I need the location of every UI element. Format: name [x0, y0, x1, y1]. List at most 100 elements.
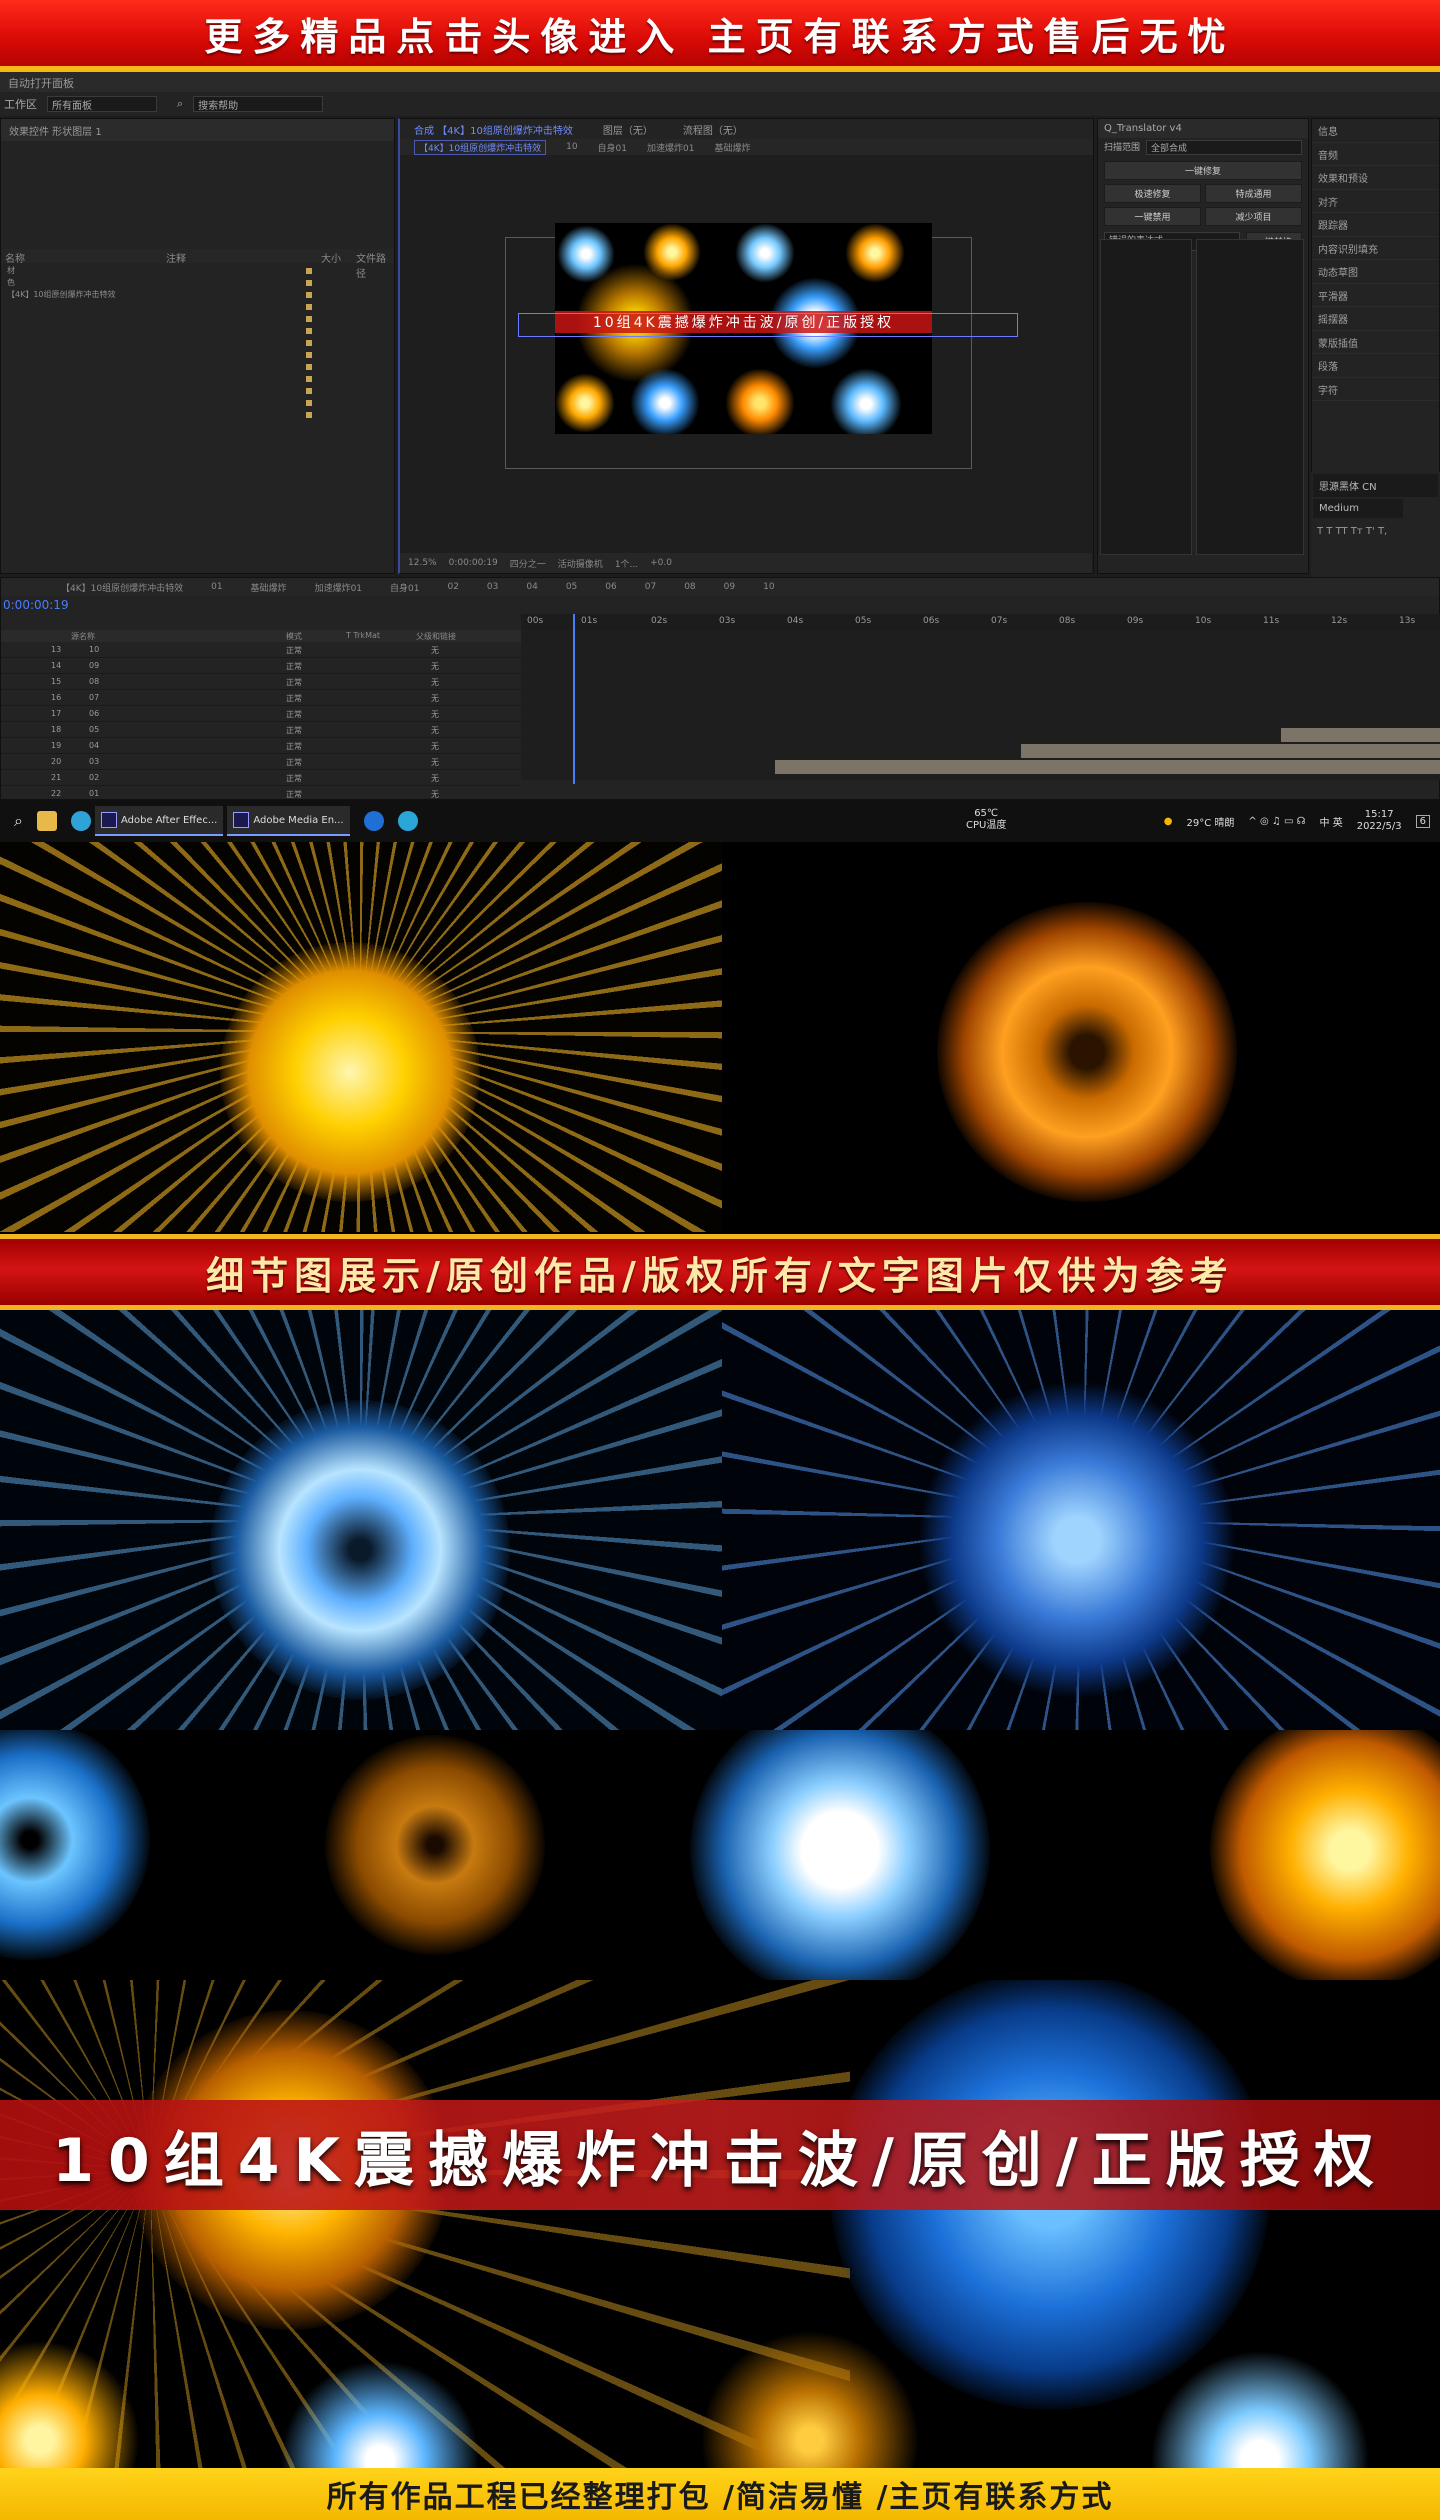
crumb-item[interactable]: 自身01 — [598, 141, 627, 154]
panel-info[interactable]: 信息 — [1312, 119, 1439, 143]
project-item[interactable] — [1, 385, 394, 397]
search-help-input[interactable]: 搜索帮助 — [193, 96, 324, 112]
panel-mask-interp[interactable]: 蒙版插值 — [1312, 331, 1439, 354]
translator-list-left[interactable] — [1100, 239, 1192, 555]
project-item[interactable]: 材 — [1, 265, 394, 277]
crumb-item[interactable]: 10 — [566, 142, 577, 152]
zoom-level[interactable]: 12.5% — [408, 558, 437, 568]
layer-row[interactable]: 22 01 正常无 — [1, 786, 521, 800]
resolution-select[interactable]: 四分之一 — [510, 557, 546, 570]
tl-tab[interactable]: 01 — [211, 582, 222, 592]
project-item[interactable] — [1, 301, 394, 313]
cpu-temp-widget[interactable]: 65℃ CPU温度 — [966, 808, 1006, 832]
col-comment[interactable]: 注释 — [166, 250, 186, 265]
general-button[interactable]: 特成通用 — [1205, 184, 1302, 203]
tl-tab[interactable]: 加速爆炸01 — [315, 581, 362, 594]
exposure-value[interactable]: +0.0 — [650, 558, 672, 568]
col-size[interactable]: 大小 — [321, 250, 341, 265]
panel-audio[interactable]: 音频 — [1312, 143, 1439, 166]
one-click-fix-button[interactable]: 一键修复 — [1104, 161, 1302, 180]
tl-tab[interactable]: 03 — [487, 582, 498, 592]
tab-layer[interactable]: 图层（无） — [603, 122, 653, 137]
panel-character[interactable]: 字符 — [1312, 378, 1439, 401]
project-item[interactable] — [1, 361, 394, 373]
reduce-project-button[interactable]: 减少项目 — [1205, 207, 1302, 226]
browser-icon[interactable] — [397, 811, 418, 831]
disable-button[interactable]: 一键禁用 — [1104, 207, 1201, 226]
crumb-item[interactable]: 基础爆炸 — [714, 141, 750, 154]
panel-paragraph[interactable]: 段落 — [1312, 354, 1439, 378]
font-family-select[interactable]: 思源黑体 CN — [1313, 474, 1438, 497]
project-item[interactable] — [1, 409, 394, 421]
tl-tab[interactable]: 06 — [605, 582, 616, 592]
layer-row[interactable]: 18 05 正常无 — [1, 722, 521, 738]
taskbar-app-ae[interactable]: Adobe After Effec... — [94, 806, 224, 836]
panel-smoother[interactable]: 平滑器 — [1312, 284, 1439, 307]
tl-tab[interactable]: 自身01 — [390, 581, 419, 594]
panel-wiggler[interactable]: 摇摆器 — [1312, 307, 1439, 331]
workspace-select[interactable]: 所有面板 — [47, 96, 157, 112]
tab-composition[interactable]: 合成 【4K】10组原创爆炸冲击特效 — [414, 122, 573, 137]
crumb-item[interactable]: 加速爆炸01 — [647, 141, 694, 154]
layer-bar[interactable] — [1021, 744, 1440, 758]
project-item[interactable] — [1, 313, 394, 325]
project-tab[interactable]: 效果控件 形状图层 1 — [1, 119, 394, 141]
playhead[interactable] — [573, 614, 575, 784]
layer-row[interactable]: 13 10 正常无 — [1, 642, 521, 658]
panel-align[interactable]: 对齐 — [1312, 190, 1439, 213]
tab-flowchart[interactable]: 流程图（无） — [683, 122, 743, 137]
clock[interactable]: 15:17 2022/5/3 — [1357, 809, 1402, 833]
weather-text[interactable]: 29°C 晴朗 — [1187, 814, 1235, 829]
col-name[interactable]: 名称 — [5, 250, 25, 265]
tl-tab[interactable]: 07 — [645, 582, 656, 592]
edge-icon[interactable] — [70, 811, 91, 831]
folder-icon[interactable] — [36, 811, 57, 831]
layer-row[interactable]: 14 09 正常无 — [1, 658, 521, 674]
tl-tab[interactable]: 05 — [566, 582, 577, 592]
tl-tab[interactable]: 基础爆炸 — [251, 581, 287, 594]
panel-motion-sketch[interactable]: 动态草图 — [1312, 260, 1439, 284]
layer-row[interactable]: 20 03 正常无 — [1, 754, 521, 770]
col-parent[interactable]: 父级和链接 — [416, 631, 456, 642]
timeline-tracks[interactable] — [521, 630, 1440, 780]
project-item[interactable] — [1, 325, 394, 337]
notification-badge[interactable]: 6 — [1415, 814, 1430, 828]
tray-icons[interactable]: ^ ◎ ♫ ▭ ☊ — [1248, 816, 1305, 827]
project-item[interactable]: 色 — [1, 277, 394, 289]
layer-row[interactable]: 17 06 正常无 — [1, 706, 521, 722]
project-item[interactable] — [1, 337, 394, 349]
tl-tab[interactable]: 02 — [447, 582, 458, 592]
panel-content-fill[interactable]: 内容识别填充 — [1312, 237, 1439, 260]
crumb-item[interactable]: 【4K】10组原创爆炸冲击特效 — [414, 139, 547, 155]
panel-effects[interactable]: 效果和预设 — [1312, 166, 1439, 190]
taskbar-app-me[interactable]: Adobe Media En... — [227, 806, 350, 836]
panel-tracker[interactable]: 跟踪器 — [1312, 213, 1439, 237]
col-mode[interactable]: 模式 — [286, 631, 302, 642]
ime-indicator[interactable]: 中 英 — [1320, 814, 1343, 829]
layer-row[interactable]: 15 08 正常无 — [1, 674, 521, 690]
tl-tab[interactable]: 04 — [526, 582, 537, 592]
layer-row[interactable]: 19 04 正常无 — [1, 738, 521, 754]
search-icon[interactable]: ⌕ — [14, 811, 23, 831]
camera-select[interactable]: 活动摄像机 — [558, 557, 603, 570]
col-source-name[interactable]: 源名称 — [71, 631, 95, 642]
quick-fix-button[interactable]: 极速修复 — [1104, 184, 1201, 203]
view-select[interactable]: 1个... — [615, 557, 638, 570]
scope-select[interactable]: 全部合成 — [1146, 140, 1302, 155]
project-item[interactable] — [1, 373, 394, 385]
tl-tab[interactable]: 08 — [684, 582, 695, 592]
layer-bar[interactable] — [1281, 728, 1440, 742]
comp-time[interactable]: 0:00:00:19 — [449, 558, 498, 568]
layer-row[interactable]: 16 07 正常无 — [1, 690, 521, 706]
project-item[interactable] — [1, 397, 394, 409]
char-style-buttons[interactable]: T T TT Tт T' T, — [1311, 520, 1440, 543]
translator-list-right[interactable] — [1196, 239, 1304, 555]
timeline-current-time[interactable]: 0:00:00:19 — [3, 598, 69, 612]
tl-tab[interactable]: 09 — [724, 582, 735, 592]
search-icon[interactable]: ⌕ — [177, 97, 183, 111]
font-weight-select[interactable]: Medium — [1313, 499, 1403, 518]
layer-row[interactable]: 21 02 正常无 — [1, 770, 521, 786]
project-item[interactable]: 【4K】10组原创爆炸冲击特效 — [1, 289, 394, 301]
project-item[interactable] — [1, 349, 394, 361]
ie-icon[interactable] — [363, 811, 384, 831]
